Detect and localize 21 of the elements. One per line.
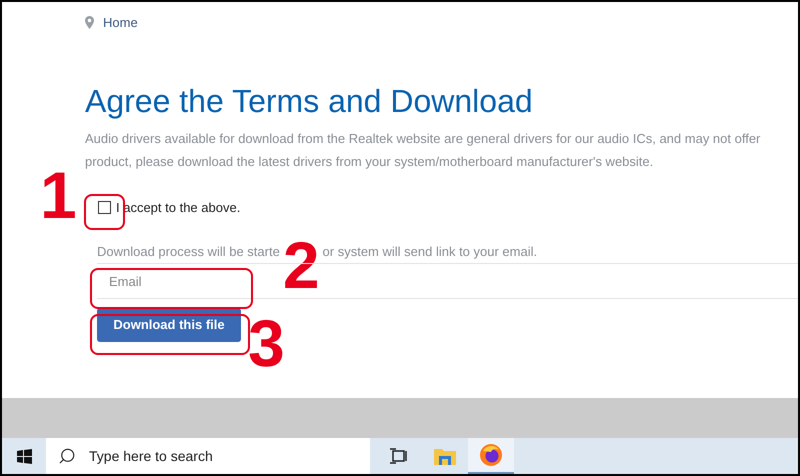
description-text: product, please download the latest drivers from your system/motherboard manufacturer's website.	[85, 152, 654, 170]
taskbar-search-field[interactable]: Type here to search	[46, 438, 370, 474]
task-view-icon	[390, 448, 408, 464]
step-number: 1	[40, 162, 77, 228]
map-pin-icon	[85, 16, 94, 30]
checkbox-label: I accept to the above.	[116, 198, 240, 217]
windows-logo-icon	[16, 448, 32, 464]
folder-icon	[434, 447, 456, 465]
hint-text: or system will send link to your email.	[322, 242, 538, 261]
description-text: Audio drivers available for download from the Realtek website are general drivers for our audio ICs, and may not offer	[85, 130, 762, 146]
page-heading: Agree the Terms and Download	[85, 82, 534, 120]
download-button[interactable]: Download this file	[97, 308, 241, 342]
taskbar-app-button[interactable]	[468, 438, 514, 474]
search-icon	[58, 447, 76, 465]
search-placeholder: Type here to search	[89, 446, 213, 466]
step-number: 3	[248, 310, 285, 376]
hint-text: Download process will be starte	[97, 242, 280, 261]
highlight-outline	[84, 194, 125, 230]
breadcrumb-link[interactable]: Home	[103, 13, 138, 32]
browser-icon	[479, 443, 503, 467]
checkbox[interactable]	[98, 200, 111, 214]
